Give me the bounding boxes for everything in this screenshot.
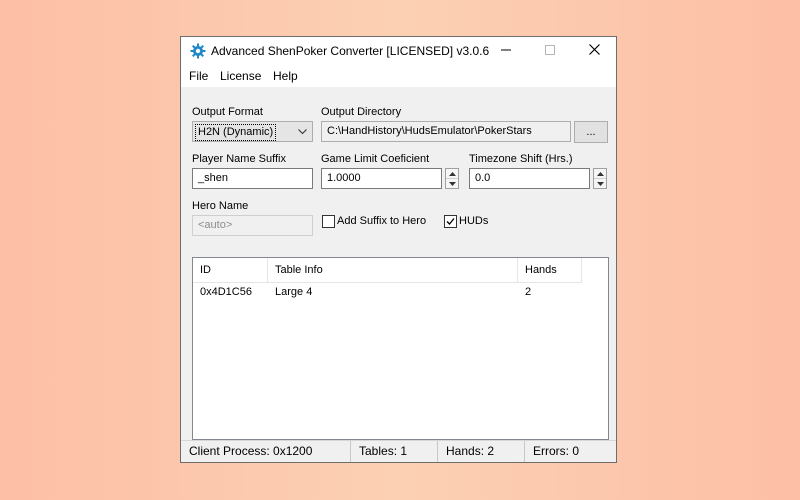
column-header-table-info[interactable]: Table Info xyxy=(268,258,518,282)
column-header-id[interactable]: ID xyxy=(193,258,268,282)
close-icon xyxy=(588,44,600,58)
close-button[interactable] xyxy=(571,37,617,65)
title-bar[interactable]: Advanced ShenPoker Converter [LICENSED] … xyxy=(181,37,616,65)
status-tables: Tables: 1 xyxy=(351,441,438,462)
list-header: ID Table Info Hands xyxy=(193,258,582,283)
huds-checkbox[interactable] xyxy=(444,215,457,228)
browse-button[interactable]: ... xyxy=(574,121,608,143)
column-header-hands[interactable]: Hands xyxy=(518,258,582,282)
maximize-icon xyxy=(545,44,555,58)
output-format-value: H2N (Dynamic) xyxy=(195,124,277,141)
huds-label[interactable]: HUDs xyxy=(459,215,488,227)
status-client-process: Client Process: 0x1200 xyxy=(181,441,351,462)
output-format-select[interactable]: H2N (Dynamic) xyxy=(192,121,313,142)
add-suffix-label[interactable]: Add Suffix to Hero xyxy=(337,215,426,227)
timezone-input[interactable]: 0.0 xyxy=(469,168,590,189)
main-window: Advanced ShenPoker Converter [LICENSED] … xyxy=(180,36,617,463)
window-title: Advanced ShenPoker Converter [LICENSED] … xyxy=(211,44,490,58)
game-limit-label: Game Limit Coeficient xyxy=(321,153,430,165)
player-suffix-label: Player Name Suffix xyxy=(192,153,286,165)
game-limit-input[interactable]: 1.0000 xyxy=(321,168,442,189)
gear-icon xyxy=(190,43,206,59)
check-icon xyxy=(445,216,456,230)
hero-name-label: Hero Name xyxy=(192,200,249,212)
menu-file[interactable]: File xyxy=(189,69,208,83)
output-directory-label: Output Directory xyxy=(321,106,402,118)
menu-bar: File License Help xyxy=(181,65,616,87)
hero-name-input[interactable]: <auto> xyxy=(192,215,313,236)
minimize-button[interactable] xyxy=(483,37,529,65)
row-hands: 2 xyxy=(525,286,532,298)
stepper-down-icon[interactable] xyxy=(594,179,606,188)
menu-license[interactable]: License xyxy=(220,69,261,83)
player-suffix-input[interactable]: _shen xyxy=(192,168,313,189)
menu-help[interactable]: Help xyxy=(273,69,298,83)
stepper-up-icon[interactable] xyxy=(594,169,606,179)
chevron-down-icon xyxy=(297,126,308,137)
timezone-stepper[interactable] xyxy=(593,168,607,189)
table-row[interactable]: 0x4D1C56 Large 4 2 xyxy=(193,283,582,302)
timezone-label: Timezone Shift (Hrs.) xyxy=(469,153,573,165)
row-table-info: Large 4 xyxy=(275,286,313,298)
output-directory-field[interactable]: C:\HandHistory\HudsEmulator\PokerStars xyxy=(321,121,571,142)
game-limit-stepper[interactable] xyxy=(445,168,459,189)
output-format-label: Output Format xyxy=(192,106,263,118)
stepper-down-icon[interactable] xyxy=(446,179,458,188)
stepper-up-icon[interactable] xyxy=(446,169,458,179)
status-hands: Hands: 2 xyxy=(438,441,525,462)
tables-list[interactable]: ID Table Info Hands 0x4D1C56 Large 4 2 xyxy=(192,257,609,440)
minimize-icon xyxy=(501,44,511,58)
maximize-button[interactable] xyxy=(527,37,573,65)
row-id: 0x4D1C56 xyxy=(200,286,252,298)
add-suffix-checkbox[interactable] xyxy=(322,215,335,228)
status-bar: Client Process: 0x1200 Tables: 1 Hands: … xyxy=(181,440,616,462)
status-errors: Errors: 0 xyxy=(533,444,580,458)
